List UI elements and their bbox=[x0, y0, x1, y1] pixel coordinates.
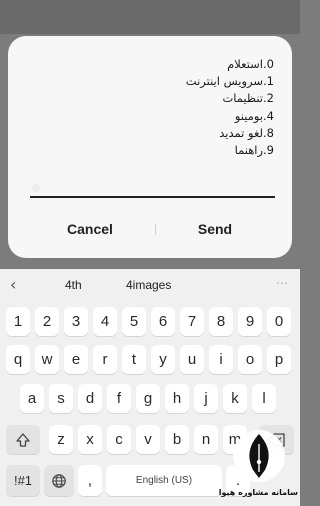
key-0[interactable]: 0 bbox=[267, 307, 291, 336]
key-g[interactable]: g bbox=[136, 384, 160, 413]
key-k[interactable]: k bbox=[223, 384, 247, 413]
key-q[interactable]: q bbox=[6, 345, 30, 374]
symbols-key[interactable]: !#1 bbox=[6, 465, 40, 496]
comma-key[interactable]: , bbox=[78, 465, 102, 496]
key-1[interactable]: 1 bbox=[6, 307, 30, 336]
menu-line: 1.سرویس اینترنت bbox=[185, 74, 274, 89]
key-j[interactable]: j bbox=[194, 384, 218, 413]
key-y[interactable]: y bbox=[151, 345, 175, 374]
key-p[interactable]: p bbox=[267, 345, 291, 374]
key-7[interactable]: 7 bbox=[180, 307, 204, 336]
key-r[interactable]: r bbox=[93, 345, 117, 374]
key-s[interactable]: s bbox=[49, 384, 73, 413]
key-d[interactable]: d bbox=[78, 384, 102, 413]
input-cursor-handle[interactable] bbox=[32, 184, 40, 192]
key-5[interactable]: 5 bbox=[122, 307, 146, 336]
key-i[interactable]: i bbox=[209, 345, 233, 374]
suggestion-word[interactable]: 4images bbox=[126, 278, 171, 292]
key-x[interactable]: x bbox=[78, 425, 102, 454]
menu-line: 2.تنظیمات bbox=[222, 91, 274, 106]
status-bar-dimmed bbox=[0, 0, 300, 34]
chevron-left-icon[interactable]: ‹ bbox=[10, 275, 16, 294]
key-f[interactable]: f bbox=[107, 384, 131, 413]
ussd-reply-input[interactable] bbox=[30, 196, 275, 198]
ussd-menu: 0.استعلام 1.سرویس اینترنت 2.تنظیمات 4.بو… bbox=[74, 56, 274, 159]
watermark-text: سامانه مشاوره هیوا bbox=[218, 488, 298, 497]
ussd-dialog: 0.استعلام 1.سرویس اینترنت 2.تنظیمات 4.بو… bbox=[8, 36, 292, 258]
key-4[interactable]: 4 bbox=[93, 307, 117, 336]
key-9[interactable]: 9 bbox=[238, 307, 262, 336]
key-l[interactable]: l bbox=[252, 384, 276, 413]
key-h[interactable]: h bbox=[165, 384, 189, 413]
key-u[interactable]: u bbox=[180, 345, 204, 374]
suggestion-word[interactable]: 4th bbox=[65, 278, 82, 292]
menu-line: 8.لغو تمدید bbox=[219, 125, 274, 140]
key-t[interactable]: t bbox=[122, 345, 146, 374]
key-8[interactable]: 8 bbox=[209, 307, 233, 336]
key-e[interactable]: e bbox=[64, 345, 88, 374]
key-v[interactable]: v bbox=[136, 425, 160, 454]
key-2[interactable]: 2 bbox=[35, 307, 59, 336]
shift-icon[interactable] bbox=[6, 425, 40, 454]
key-a[interactable]: a bbox=[20, 384, 44, 413]
globe-icon[interactable] bbox=[44, 465, 74, 496]
space-key[interactable]: English (US) bbox=[106, 465, 222, 496]
key-n[interactable]: n bbox=[194, 425, 218, 454]
key-b[interactable]: b bbox=[165, 425, 189, 454]
key-c[interactable]: c bbox=[107, 425, 131, 454]
key-z[interactable]: z bbox=[49, 425, 73, 454]
key-6[interactable]: 6 bbox=[151, 307, 175, 336]
suggestion-bar: ‹ 4th 4images ⋯ bbox=[0, 269, 300, 301]
cancel-button[interactable]: Cancel bbox=[25, 217, 155, 241]
menu-line: 4.بومینو bbox=[234, 108, 274, 123]
menu-line: 0.استعلام bbox=[227, 57, 274, 71]
menu-line: 9.راهنما bbox=[234, 143, 274, 158]
key-o[interactable]: o bbox=[238, 345, 262, 374]
key-w[interactable]: w bbox=[35, 345, 59, 374]
send-button[interactable]: Send bbox=[150, 217, 280, 241]
more-dots-icon[interactable]: ⋯ bbox=[276, 276, 289, 290]
key-3[interactable]: 3 bbox=[64, 307, 88, 336]
